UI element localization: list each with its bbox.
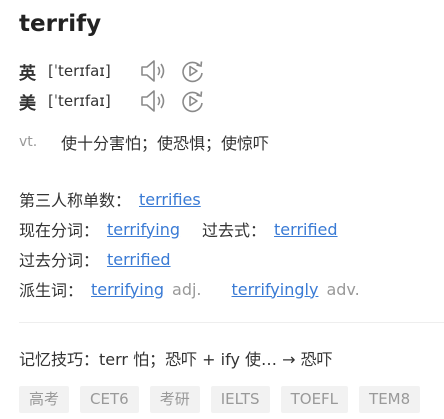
phonetic-us: [ˈterɪfaɪ] (48, 92, 111, 110)
pronunciation-uk: 英 [ˈterɪfaɪ] (19, 58, 208, 84)
definition-text: 使十分害怕；使恐惧；使惊吓 (61, 134, 270, 153)
speaker-icon[interactable] (138, 88, 168, 114)
headword: terrify (19, 11, 102, 37)
derived-pos: adv. (326, 279, 360, 299)
exam-tag[interactable]: TOEFL (280, 386, 349, 413)
form-label: 过去式： (202, 221, 267, 240)
form-derived: 派生词： terrifying adj. terrifyingly adv. (19, 277, 360, 301)
form-label: 第三人称单数： (19, 191, 132, 210)
part-of-speech: vt. (19, 134, 38, 150)
exam-tag[interactable]: TEM8 (359, 386, 421, 413)
phonetic-uk: [ˈterɪfaɪ] (48, 62, 111, 80)
form-label: 过去分词： (19, 251, 100, 270)
replay-icon[interactable] (178, 88, 208, 114)
speaker-icon[interactable] (138, 58, 168, 84)
form-link-terrified[interactable]: terrified (274, 220, 338, 239)
pronunciation-us: 美 [ˈterɪfaɪ] (19, 88, 208, 114)
exam-tag[interactable]: CET6 (80, 386, 139, 413)
form-label: 派生词： (19, 281, 84, 300)
definition: vt. 使十分害怕；使恐惧；使惊吓 (19, 130, 269, 154)
region-label-uk: 英 (19, 63, 36, 84)
form-link-terrifies[interactable]: terrifies (139, 190, 201, 209)
form-link-terrified[interactable]: terrified (107, 250, 171, 269)
form-third-person: 第三人称单数： terrifies (19, 187, 201, 211)
exam-tag[interactable]: 考研 (149, 386, 200, 413)
derived-link-terrifying[interactable]: terrifying (91, 280, 164, 299)
region-label-us: 美 (19, 93, 36, 114)
form-link-terrifying[interactable]: terrifying (107, 220, 180, 239)
divider (19, 322, 444, 323)
derived-link-terrifyingly[interactable]: terrifyingly (232, 280, 319, 299)
derived-pos: adj. (172, 279, 202, 299)
form-label: 现在分词： (19, 221, 100, 240)
exam-tag[interactable]: IELTS (210, 386, 270, 413)
exam-tag[interactable]: 高考 (19, 386, 70, 413)
exam-tags: 高考 CET6 考研 IELTS TOEFL TEM8 (19, 386, 431, 413)
form-participle-past: 现在分词： terrifying 过去式： terrified (19, 217, 338, 241)
form-past-participle: 过去分词： terrified (19, 247, 171, 271)
replay-icon[interactable] (178, 58, 208, 84)
memory-tip: 记忆技巧：terr 怕；恐吓 + ify 使… → 恐吓 (19, 350, 333, 369)
